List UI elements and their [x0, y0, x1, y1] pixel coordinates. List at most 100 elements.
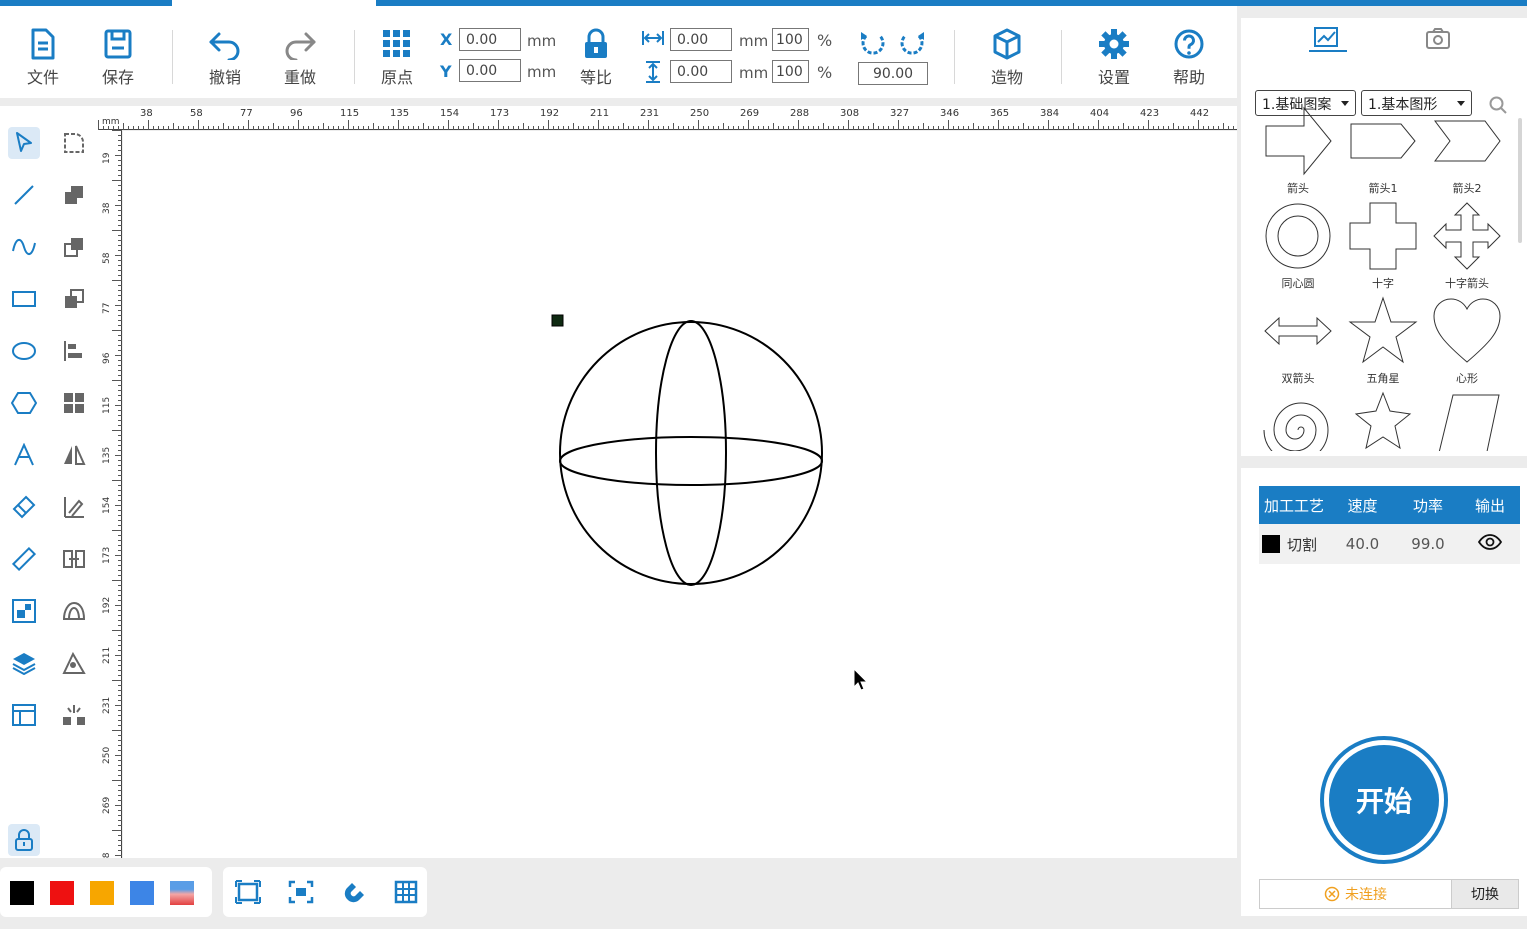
spiral-shape-icon[interactable] [1263, 395, 1333, 451]
ruler-tick-label: 384 [1040, 108, 1059, 119]
shape-five-star[interactable]: 五角星 [1343, 296, 1423, 386]
line-tool[interactable] [8, 179, 40, 211]
group-tool[interactable] [58, 283, 90, 315]
path-tool[interactable] [58, 491, 90, 523]
switch-button[interactable]: 切换 [1452, 880, 1518, 908]
offset-tool[interactable] [58, 595, 90, 627]
lock-ratio-button[interactable]: 等比 [566, 28, 626, 88]
ruler-tick-label: 58 [190, 108, 203, 119]
eraser-tool[interactable] [8, 491, 40, 523]
cube-icon [993, 28, 1021, 60]
build-button[interactable]: 造物 [977, 28, 1037, 88]
shape-arrow-1[interactable]: 箭头1 [1343, 106, 1423, 196]
file-icon [31, 28, 55, 60]
layers-tool[interactable] [8, 647, 40, 679]
fit-page-icon[interactable] [235, 880, 261, 904]
layout-tool[interactable] [8, 699, 40, 731]
cut-tool[interactable] [58, 699, 90, 731]
ellipse-icon [12, 342, 36, 360]
text-tool[interactable] [8, 439, 40, 471]
split-tool[interactable] [58, 543, 90, 575]
build-label: 造物 [990, 68, 1023, 87]
lock-icon [15, 829, 33, 851]
node-edit-tool[interactable] [58, 127, 90, 159]
redo-button[interactable]: 重做 [270, 28, 330, 88]
rotate-ccw-icon[interactable] [858, 28, 888, 58]
align-tool[interactable] [58, 335, 90, 367]
save-button[interactable]: 保存 [88, 28, 148, 88]
shape-concentric[interactable]: 同心圆 [1258, 201, 1338, 291]
selection-handle[interactable] [551, 314, 564, 327]
undo-icon [209, 32, 240, 60]
shape-list-scrollbar[interactable] [1518, 118, 1522, 243]
undo-button[interactable]: 撤销 [195, 28, 255, 88]
six-star-icon[interactable] [1348, 391, 1418, 451]
shape-cross-arrow[interactable]: 十字箭头 [1427, 201, 1507, 291]
copy-tool[interactable] [58, 231, 90, 263]
height-percent-input[interactable] [772, 60, 809, 83]
camera-tab-icon[interactable] [1425, 26, 1451, 50]
ruler-tick-label: 154 [102, 497, 112, 514]
width-percent-input[interactable] [772, 28, 809, 51]
output-toggle[interactable] [1460, 534, 1520, 554]
rectangle-icon [12, 291, 36, 307]
curve-tool[interactable] [8, 231, 40, 263]
bitmap-tool[interactable] [8, 595, 40, 627]
origin-button[interactable]: 原点 [367, 28, 427, 88]
select-tool[interactable] [8, 127, 40, 159]
canvas-lock-button[interactable] [8, 824, 40, 856]
header-speed: 速度 [1347, 496, 1378, 515]
chevron-shape-icon [1434, 120, 1501, 162]
arrange-tool[interactable] [58, 387, 90, 419]
width-input[interactable] [670, 28, 732, 51]
height-input[interactable] [670, 60, 732, 83]
fit-selection-icon[interactable] [288, 880, 314, 904]
shape-heart[interactable]: 心形 [1427, 296, 1507, 386]
table-row[interactable]: 切割 40.0 99.0 [1259, 524, 1520, 564]
combine-tool[interactable] [58, 179, 90, 211]
connection-status-text: 未连接 [1345, 887, 1387, 903]
swatch-blue[interactable] [130, 881, 154, 905]
grid-toggle-icon[interactable] [394, 880, 418, 904]
swatch-orange[interactable] [90, 881, 114, 905]
ruler-tick-label: 346 [940, 108, 959, 119]
polygon-tool[interactable] [8, 387, 40, 419]
mirror-icon [64, 445, 86, 465]
rotate-angle-input[interactable] [858, 62, 928, 85]
vectorize-tool[interactable] [58, 647, 90, 679]
mirror-tool[interactable] [58, 439, 90, 471]
shape-row-partial [1258, 391, 1518, 451]
sphere-shape[interactable] [559, 320, 823, 586]
active-tab-indicator [1309, 50, 1347, 52]
shape-arrow[interactable]: 箭头 [1258, 106, 1338, 196]
shape-cross[interactable]: 十字 [1343, 201, 1423, 291]
redo-icon [285, 32, 316, 60]
ruler-icon [12, 547, 36, 571]
shape-name: 箭头1 [1368, 182, 1398, 195]
cross-arrow-icon [1433, 202, 1501, 270]
help-button[interactable]: 帮助 [1159, 28, 1219, 88]
parallelogram-shape-icon[interactable] [1433, 391, 1503, 451]
x-input[interactable] [459, 28, 521, 51]
swatch-red[interactable] [50, 881, 74, 905]
x-unit: mm [527, 32, 557, 50]
file-button[interactable]: 文件 [13, 28, 73, 88]
gear-icon [1099, 29, 1129, 59]
process-color-swatch[interactable] [1262, 535, 1280, 553]
shape-double-arrow[interactable]: 双箭头 [1258, 296, 1338, 386]
ellipse-tool[interactable] [8, 335, 40, 367]
rectangle-tool[interactable] [8, 283, 40, 315]
y-input[interactable] [459, 59, 521, 82]
start-button[interactable]: 开始 [1320, 736, 1448, 864]
chart-tab-icon[interactable] [1313, 26, 1339, 50]
origin-label: 原点 [380, 68, 413, 87]
shape-arrow-2[interactable]: 箭头2 [1427, 106, 1507, 196]
magnet-snap-icon[interactable] [341, 879, 367, 905]
swatch-gradient[interactable] [170, 881, 194, 905]
design-canvas[interactable] [123, 131, 1237, 858]
settings-button[interactable]: 设置 [1084, 28, 1144, 88]
rotate-cw-icon[interactable] [897, 28, 927, 58]
swatch-black[interactable] [10, 881, 34, 905]
sphere-outline [559, 321, 823, 585]
measure-tool[interactable] [8, 543, 40, 575]
